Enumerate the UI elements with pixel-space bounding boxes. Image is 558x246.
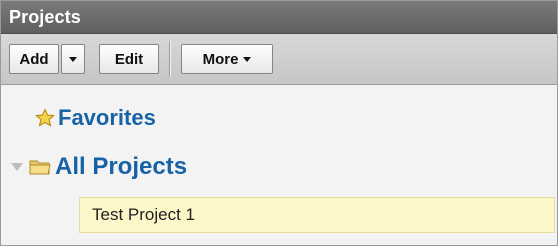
- star-icon: [35, 108, 55, 127]
- expand-triangle-icon[interactable]: [11, 163, 23, 171]
- folder-icon: [29, 160, 51, 175]
- toolbar-separator: [169, 41, 171, 77]
- add-button[interactable]: Add: [9, 44, 59, 74]
- all-projects-node[interactable]: All Projects: [11, 152, 187, 182]
- add-button-label: Add: [19, 50, 49, 68]
- toolbar: Add Edit More: [1, 34, 557, 85]
- favorites-node[interactable]: Favorites: [35, 103, 156, 133]
- project-item-label: Test Project 1: [92, 205, 195, 224]
- more-button-label: More: [202, 50, 239, 68]
- caret-down-icon: [69, 56, 77, 62]
- edit-button-label: Edit: [114, 50, 144, 68]
- projects-panel: Projects Add Edit More Favorites All Pro…: [0, 0, 558, 246]
- caret-down-icon: [243, 56, 252, 62]
- favorites-label: Favorites: [58, 105, 156, 130]
- edit-button[interactable]: Edit: [99, 44, 159, 74]
- more-button[interactable]: More: [181, 44, 273, 74]
- project-item[interactable]: Test Project 1: [79, 197, 555, 233]
- all-projects-label: All Projects: [55, 153, 188, 180]
- panel-title-bar: Projects: [1, 1, 557, 34]
- add-dropdown-button[interactable]: [61, 44, 85, 74]
- project-tree: Favorites All Projects Test Project 1: [1, 85, 557, 242]
- panel-title: Projects: [9, 6, 81, 27]
